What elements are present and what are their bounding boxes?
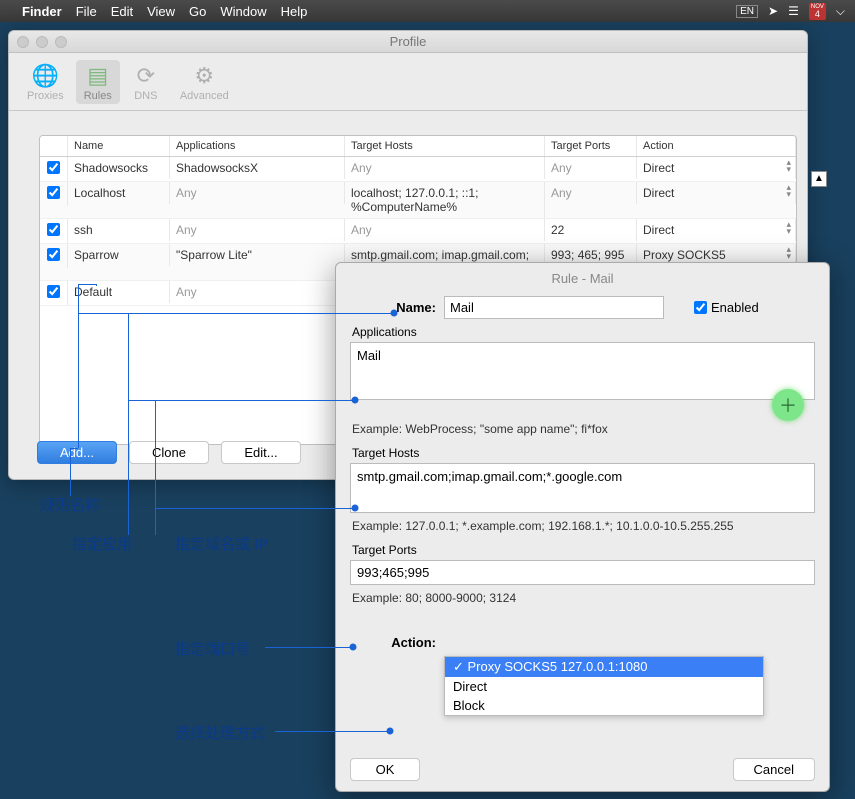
row-checkbox[interactable] [47,285,60,298]
apps-label: Applications [352,325,815,339]
toolbar-proxies[interactable]: 🌐Proxies [19,60,72,104]
edit-button[interactable]: Edit... [221,441,301,464]
table-header: Name Applications Target Hosts Target Po… [40,136,796,157]
menu-window[interactable]: Window [220,4,266,19]
action-option-block[interactable]: Block [445,696,763,715]
col-name[interactable]: Name [68,136,170,156]
annotation-ports: 指定端口号 [175,638,250,659]
profile-toolbar: 🌐Proxies ▤Rules ⟳DNS ⚙Advanced [9,53,807,111]
list-icon[interactable]: ☰ [788,4,799,18]
menu-file[interactable]: File [76,4,97,19]
apps-textarea[interactable]: Mail ＋ [350,342,815,400]
row-checkbox[interactable] [47,248,60,261]
menu-help[interactable]: Help [281,4,308,19]
globe-icon: 🌐 [31,62,59,90]
table-row[interactable]: LocalhostAnylocalhost; 127.0.0.1; ::1; %… [40,182,796,219]
toolbar-dns[interactable]: ⟳DNS [124,60,168,104]
col-app[interactable]: Applications [170,136,345,156]
toolbar-advanced[interactable]: ⚙Advanced [172,60,237,104]
ports-hint: Example: 80; 8000-9000; 3124 [352,591,815,605]
ok-button[interactable]: OK [350,758,420,781]
ports-label: Target Ports [352,543,815,557]
enabled-checkbox[interactable]: Enabled [694,300,759,315]
clone-button[interactable]: Clone [129,441,209,464]
list-icon: ▤ [84,62,112,90]
toolbar-rules[interactable]: ▤Rules [76,60,120,104]
location-icon[interactable]: ➤ [768,4,778,18]
window-controls[interactable] [17,36,67,48]
col-port[interactable]: Target Ports [545,136,637,156]
col-host[interactable]: Target Hosts [345,136,545,156]
action-label: Action: [350,635,436,650]
name-input[interactable] [444,296,664,319]
add-app-button[interactable]: ＋ [772,389,804,421]
gear-icon: ⚙ [190,62,218,90]
profile-title: Profile [390,34,427,49]
menu-bar: Finder File Edit View Go Window Help EN … [0,0,855,22]
row-checkbox[interactable] [47,186,60,199]
add-button[interactable]: Add... [37,441,117,464]
row-checkbox[interactable] [47,223,60,236]
profile-titlebar[interactable]: Profile [9,31,807,53]
table-row[interactable]: ShadowsocksShadowsocksXAnyAnyDirect▴▾ [40,157,796,182]
annotation-rule-name: 规则名称 [40,494,100,515]
menu-app[interactable]: Finder [22,4,62,19]
hosts-hint: Example: 127.0.0.1; *.example.com; 192.1… [352,519,815,533]
annotation-hosts: 指定域名或 IP [175,533,268,554]
calendar-icon[interactable]: NOV4 [809,3,826,20]
table-row[interactable]: sshAnyAny22Direct▴▾ [40,219,796,244]
menu-go[interactable]: Go [189,4,206,19]
ports-input[interactable] [350,560,815,585]
menu-edit[interactable]: Edit [111,4,133,19]
apps-hint: Example: WebProcess; "some app name"; fi… [352,422,815,436]
annotation-apps: 指定应用 [72,533,132,554]
hosts-textarea[interactable]: smtp.gmail.com;imap.gmail.com;*.google.c… [350,463,815,513]
action-option-proxy[interactable]: Proxy SOCKS5 127.0.0.1:1080 [445,657,763,677]
annotation-action: 选择处理方式 [175,722,265,743]
rule-dialog: Rule - Mail Name: Enabled Applications M… [335,262,830,792]
lang-indicator[interactable]: EN [736,5,758,18]
action-dropdown[interactable]: Proxy SOCKS5 127.0.0.1:1080 Direct Block [444,656,764,716]
rule-title: Rule - Mail [350,271,815,286]
bottom-buttons: Add... Clone Edit... [37,441,301,464]
hosts-label: Target Hosts [352,446,815,460]
scroll-up-button[interactable]: ▲ [811,171,827,187]
cancel-button[interactable]: Cancel [733,758,815,781]
col-action[interactable]: Action [637,136,796,156]
dns-icon: ⟳ [132,62,160,90]
menu-view[interactable]: View [147,4,175,19]
row-checkbox[interactable] [47,161,60,174]
display-icon[interactable]: ⌵ [836,4,845,19]
action-option-direct[interactable]: Direct [445,677,763,696]
